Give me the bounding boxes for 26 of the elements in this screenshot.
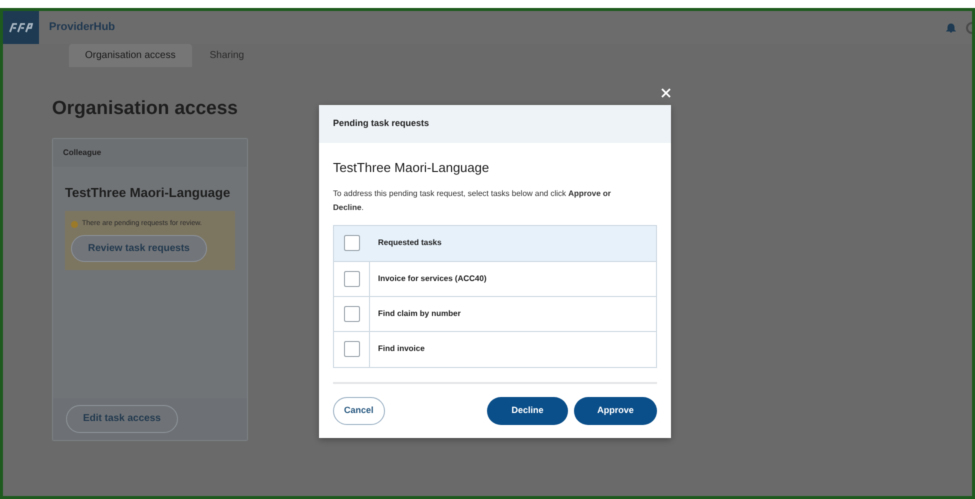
user-icon[interactable]	[966, 22, 972, 34]
approve-button[interactable]: Approve	[574, 396, 657, 424]
review-task-requests-button[interactable]: Review task requests	[71, 234, 207, 262]
task-label: Find invoice	[378, 343, 425, 355]
dialog-title: TestThree Maori-Language	[333, 159, 490, 177]
card-header: Colleague	[63, 146, 102, 158]
task-label: Find claim by number	[378, 308, 461, 320]
close-icon[interactable]	[659, 86, 673, 100]
task-label: Invoice for services (ACC40)	[378, 272, 486, 284]
checkbox[interactable]	[344, 270, 360, 286]
bell-icon[interactable]	[946, 22, 956, 33]
checkbox[interactable]	[344, 306, 360, 322]
tab[interactable]: Organisation access	[69, 44, 192, 67]
warning-icon	[71, 220, 78, 228]
logo-icon	[3, 11, 39, 44]
checkbox[interactable]	[344, 235, 360, 251]
decline-button[interactable]: Decline	[487, 396, 568, 424]
dialog-description: To address this pending task request, select tasks below and click Approve or Decline.	[333, 188, 612, 214]
colleague-name: TestThree Maori-Language	[65, 184, 232, 202]
cancel-button[interactable]: Cancel	[333, 396, 385, 424]
edit-task-access-button[interactable]: Edit task access	[66, 404, 178, 432]
dialog-header: Pending task requests	[333, 117, 430, 130]
app-name: ProviderHub	[49, 20, 116, 36]
page-title: Organisation access	[52, 97, 238, 121]
checkbox[interactable]	[344, 341, 360, 357]
column-header: Requested tasks	[378, 237, 442, 249]
